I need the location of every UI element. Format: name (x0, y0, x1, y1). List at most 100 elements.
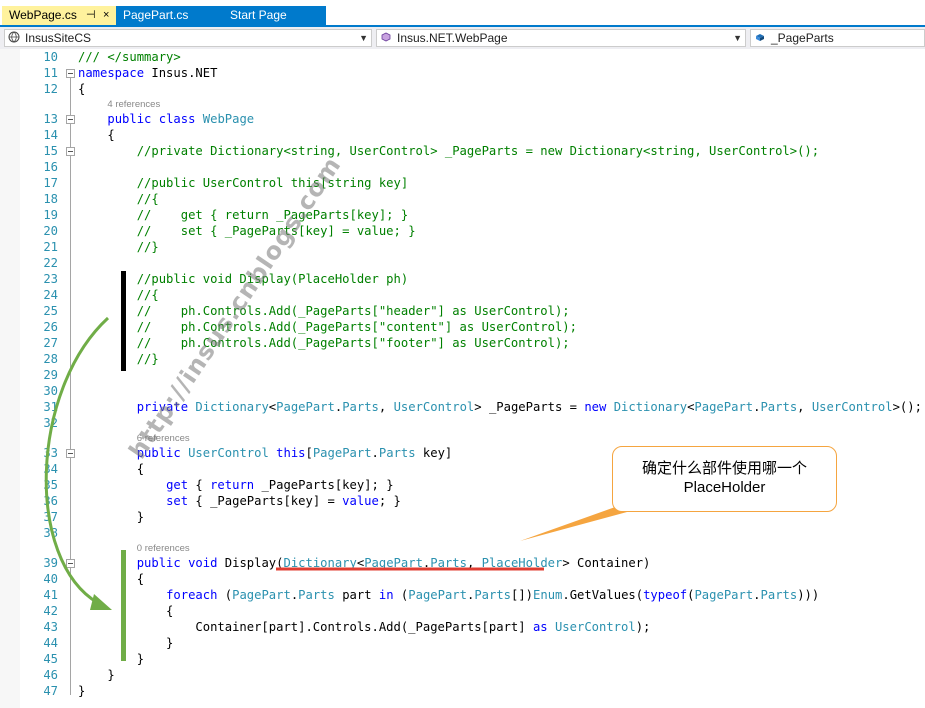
code-text: // set { _PageParts[key] = value; } (136, 224, 416, 238)
code-line[interactable]: 10 /// </summary> (0, 49, 925, 65)
line-number: 41 (43, 588, 58, 602)
code-editor[interactable]: 10 /// </summary> 11 namespace Insus.NET 12 {… (0, 49, 925, 708)
close-icon[interactable]: × (103, 6, 109, 25)
tab-label: PagePart.cs (123, 8, 189, 22)
code-text: private Dictionary<PagePart.Parts, UserC… (136, 400, 922, 414)
collapse-icon[interactable] (66, 115, 75, 124)
line-number: 12 (43, 82, 58, 96)
tab-pagepart-cs[interactable]: PagePart.cs (116, 6, 218, 25)
code-line[interactable]: 27 // ph.Controls.Add(_PageParts["footer… (0, 335, 925, 351)
code-line[interactable]: 42 { (0, 603, 925, 619)
code-line[interactable]: 41 foreach (PagePart.Parts part in (Page… (0, 587, 925, 603)
line-number: 47 (43, 684, 58, 698)
line-number: 36 (43, 494, 58, 508)
line-number: 17 (43, 176, 58, 190)
line-number: 30 (43, 384, 58, 398)
type-dropdown[interactable]: Insus.NET.WebPage ▼ (376, 29, 746, 47)
change-marker-green (121, 550, 126, 661)
callout-bubble: 确定什么部件使用哪一个 PlaceHolder (612, 446, 837, 512)
code-line[interactable]: 24 //{ (0, 287, 925, 303)
code-line[interactable]: 43 Container[part].Controls.Add(_PagePar… (0, 619, 925, 635)
line-number: 28 (43, 352, 58, 366)
line-number: 43 (43, 620, 58, 634)
project-dropdown[interactable]: InsusSiteCS ▼ (4, 29, 372, 47)
change-marker-black (121, 271, 126, 371)
code-line[interactable]: 14 { (0, 127, 925, 143)
callout-line-2: PlaceHolder (683, 479, 766, 496)
code-line[interactable]: 15 //private Dictionary<string, UserCont… (0, 143, 925, 159)
code-line[interactable]: 18 //{ (0, 191, 925, 207)
line-number: 35 (43, 478, 58, 492)
line-number: 29 (43, 368, 58, 382)
code-line[interactable]: 23 //public void Display(PlaceHolder ph) (0, 271, 925, 287)
member-dropdown[interactable]: _PageParts (750, 29, 925, 47)
code-line[interactable]: 44 } (0, 635, 925, 651)
collapse-icon[interactable] (66, 69, 75, 78)
code-line[interactable]: 20 // set { _PageParts[key] = value; } (0, 223, 925, 239)
code-text: // ph.Controls.Add(_PageParts["header"] … (136, 304, 570, 318)
line-number: 39 (43, 556, 58, 570)
collapse-icon[interactable] (66, 559, 75, 568)
code-line[interactable]: 31 private Dictionary<PagePart.Parts, Us… (0, 399, 925, 415)
collapse-icon[interactable] (66, 449, 75, 458)
line-number: 25 (43, 304, 58, 318)
line-number: 15 (43, 144, 58, 158)
line-number: 16 (43, 160, 58, 174)
collapse-icon[interactable] (66, 147, 75, 156)
code-line[interactable]: 29 (0, 367, 925, 383)
references-codelens[interactable]: 0 references (137, 543, 190, 555)
line-number: 19 (43, 208, 58, 222)
chevron-down-icon: ▼ (359, 33, 368, 43)
code-text: //} (136, 352, 159, 366)
line-number: 27 (43, 336, 58, 350)
code-line[interactable]: 38 (0, 525, 925, 541)
code-text: // ph.Controls.Add(_PageParts["content"]… (136, 320, 577, 334)
tab-webpage-cs[interactable]: WebPage.cs ⊣ × (2, 6, 116, 25)
tab-start-page[interactable]: Start Page (218, 6, 326, 25)
code-line[interactable]: 40 { (0, 571, 925, 587)
code-line[interactable]: 22 (0, 255, 925, 271)
type-name: Insus.NET.WebPage (397, 31, 508, 45)
code-line[interactable]: 17 //public UserControl this[string key] (0, 175, 925, 191)
code-text: { (78, 82, 86, 96)
code-line[interactable]: 26 // ph.Controls.Add(_PageParts["conten… (0, 319, 925, 335)
line-number: 40 (43, 572, 58, 586)
code-line[interactable]: 28 //} (0, 351, 925, 367)
code-line[interactable]: 46 } (0, 667, 925, 683)
chevron-down-icon: ▼ (733, 33, 742, 43)
code-line[interactable]: 30 (0, 383, 925, 399)
code-text: { (78, 128, 115, 142)
code-text: } (78, 652, 145, 666)
code-line[interactable]: 25 // ph.Controls.Add(_PageParts["header… (0, 303, 925, 319)
code-line[interactable]: 39 public void Display(Dictionary<PagePa… (0, 555, 925, 571)
code-line[interactable]: 16 (0, 159, 925, 175)
code-text: //} (136, 240, 159, 254)
code-text: //{ (136, 288, 159, 302)
code-text: } (78, 510, 145, 524)
code-line[interactable]: 21 //} (0, 239, 925, 255)
line-number: 14 (43, 128, 58, 142)
line-number: 42 (43, 604, 58, 618)
code-text: foreach (PagePart.Parts part in (PagePar… (166, 588, 820, 602)
code-line[interactable]: 47} (0, 683, 925, 699)
code-line[interactable]: 11 namespace Insus.NET (0, 65, 925, 81)
code-text: /// </summary> (78, 50, 181, 64)
code-text: } (78, 668, 115, 682)
tab-label: Start Page (230, 8, 287, 22)
code-line[interactable]: 13 public class WebPage (0, 111, 925, 127)
pin-icon[interactable]: ⊣ (86, 6, 96, 25)
code-text: // get { return _PageParts[key]; } (136, 208, 409, 222)
callout-line-1: 确定什么部件使用哪一个 (641, 460, 807, 477)
code-line[interactable]: 12 { (0, 81, 925, 97)
code-text: get { return _PageParts[key]; } (166, 478, 394, 492)
references-codelens[interactable]: 4 references (107, 99, 160, 111)
line-number: 46 (43, 668, 58, 682)
code-line[interactable]: 45 } (0, 651, 925, 667)
code-text: { (78, 462, 145, 476)
code-text: //private Dictionary<string, UserControl… (136, 144, 820, 158)
class-icon (381, 32, 391, 42)
line-number: 34 (43, 462, 58, 476)
project-name: InsusSiteCS (25, 31, 92, 45)
code-line[interactable]: 19 // get { return _PageParts[key]; } (0, 207, 925, 223)
globe-icon (8, 31, 20, 43)
